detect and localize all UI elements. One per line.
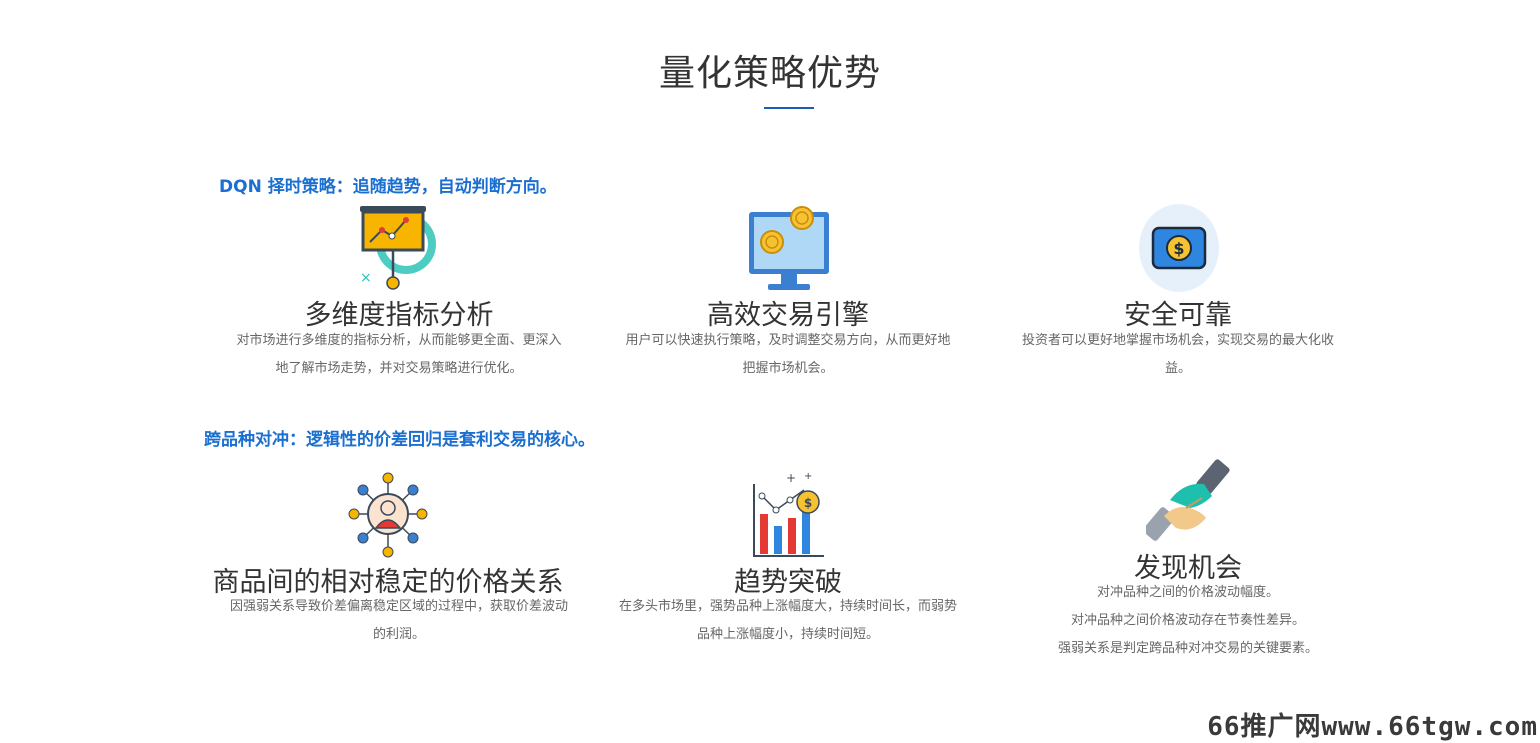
- desc-line: 在多头市场里，强势品种上涨幅度大，持续时间长，而弱势: [618, 599, 957, 614]
- bar-chart-coin-icon: + + $: [753, 471, 824, 557]
- strategy-heading-hedge: 跨品种对冲：逻辑性的价差回归是套利交易的核心。: [204, 430, 595, 450]
- desc-line: 的利润。: [372, 627, 425, 642]
- svg-text:+: +: [786, 471, 796, 485]
- desc-line: 强弱关系是判定跨品种对冲交易的关键要素。: [1057, 641, 1318, 656]
- feature-desc-trading-engine: 用户可以快速执行策略，及时调整交易方向，从而更好地 把握市场机会。: [598, 327, 978, 383]
- handshake-icon: [1146, 459, 1230, 541]
- svg-text:+: +: [804, 471, 812, 482]
- feature-desc-price-relation: 因强弱关系导致价差偏离稳定区域的过程中，获取价差波动 的利润。: [189, 593, 609, 649]
- network-person-icon: [348, 472, 428, 558]
- feature-desc-find-opportunity: 对冲品种之间的价格波动幅度。 对冲品种之间价格波动存在节奏性差异。 强弱关系是判…: [1008, 579, 1368, 663]
- desc-line: 对冲品种之间的价格波动幅度。: [1096, 585, 1279, 600]
- desc-line: 益。: [1164, 361, 1191, 376]
- dollar-wallet-icon: $: [1139, 204, 1219, 292]
- watermark: 66推广网www.66tgw.com: [1207, 712, 1538, 742]
- desc-line: 对市场进行多维度的指标分析，从而能够更全面、更深入: [236, 333, 562, 348]
- desc-line: 对冲品种之间价格波动存在节奏性差异。: [1070, 613, 1305, 628]
- feature-desc-trend-breakout: 在多头市场里，强势品种上涨幅度大，持续时间长，而弱势 品种上涨幅度小，持续时间短…: [588, 593, 988, 649]
- feature-desc-multi-indicator: 对市场进行多维度的指标分析，从而能够更全面、更深入 地了解市场走势，并对交易策略…: [209, 327, 589, 383]
- strategy-heading-dqn: DQN 择时策略：追随趋势，自动判断方向。: [219, 177, 557, 197]
- desc-line: 品种上涨幅度小，持续时间短。: [696, 627, 879, 642]
- desc-line: 投资者可以更好地掌握市场机会，实现交易的最大化收: [1021, 333, 1334, 348]
- feature-desc-secure: 投资者可以更好地掌握市场机会，实现交易的最大化收 益。: [988, 327, 1368, 383]
- desc-line: 地了解市场走势，并对交易策略进行优化。: [275, 361, 523, 376]
- svg-text:×: ×: [360, 270, 372, 286]
- desc-line: 用户可以快速执行策略，及时调整交易方向，从而更好地: [625, 333, 951, 348]
- monitor-coins-icon: [749, 206, 829, 290]
- svg-text:$: $: [804, 496, 812, 510]
- svg-text:$: $: [1173, 239, 1184, 258]
- title-underline: [764, 107, 814, 109]
- desc-line: 把握市场机会。: [742, 361, 834, 376]
- section-title: 量化策略优势: [658, 53, 881, 94]
- desc-line: 因强弱关系导致价差偏离稳定区域的过程中，获取价差波动: [229, 599, 568, 614]
- presentation-chart-icon: ×: [360, 206, 436, 290]
